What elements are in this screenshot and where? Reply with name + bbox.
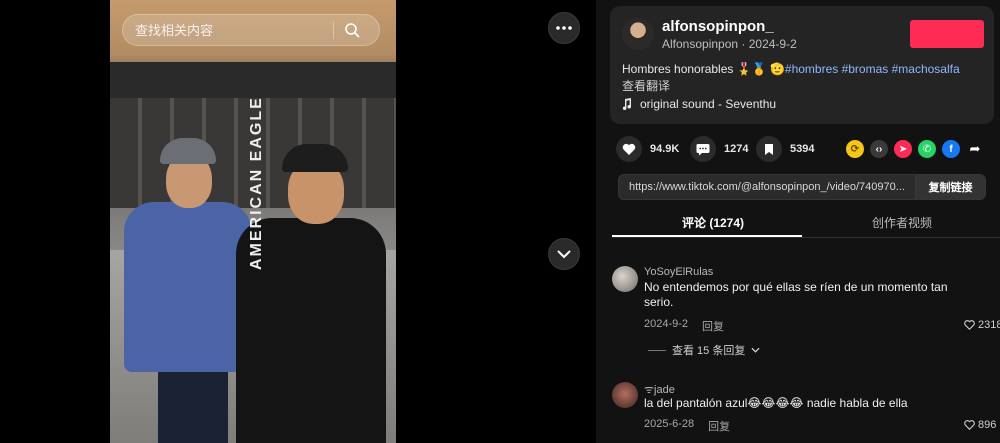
- details-panel: alfonsopinpon_ Alfonsopinpon · 2024-9-2 …: [596, 0, 1000, 443]
- sound-name: original sound - Seventhu: [640, 97, 777, 111]
- comment-item: YoSoyElRulas No entendemos por qué ellas…: [612, 266, 1000, 362]
- action-bar: 94.9K 1274 5394 ⟳ ‹› ➤ ✆ f ➦: [616, 136, 996, 162]
- send-icon[interactable]: ➤: [894, 140, 912, 158]
- comment-count: 1274: [724, 143, 749, 155]
- view-replies-label: 查看 15 条回复: [672, 345, 746, 357]
- comment-meta: 2024-9-2 回复: [644, 318, 724, 334]
- chevron-down-icon: [751, 347, 760, 353]
- like-count: 94.9K: [650, 143, 680, 155]
- comment-like-count: 896: [978, 419, 997, 431]
- comment-like-button[interactable]: 2318: [964, 319, 1000, 331]
- comment-username[interactable]: YoSoyElRulas: [644, 266, 713, 278]
- comment-avatar[interactable]: [612, 382, 638, 408]
- like-button[interactable]: 94.9K: [616, 136, 679, 162]
- video-player[interactable]: AMERICAN EAGLE: [110, 0, 396, 443]
- comment-button[interactable]: 1274: [690, 136, 748, 162]
- video-area: AMERICAN EAGLE: [0, 0, 596, 443]
- caption-hashtags[interactable]: #hombres #bromas #machosalfa: [785, 62, 960, 76]
- comment-avatar[interactable]: [612, 266, 638, 292]
- comment-like-button[interactable]: 896: [964, 419, 996, 431]
- comment-icon: [690, 136, 716, 162]
- comment-text: No entendemos por qué ellas se ríen de u…: [644, 280, 948, 309]
- heart-icon: [616, 136, 642, 162]
- share-link-url[interactable]: https://www.tiktok.com/@alfonsopinpon_/v…: [629, 181, 917, 193]
- music-note-icon: [622, 98, 632, 110]
- view-replies-button[interactable]: 查看 15 条回复: [648, 342, 760, 358]
- share-link-row: https://www.tiktok.com/@alfonsopinpon_/v…: [618, 174, 986, 200]
- heart-outline-icon: [964, 320, 975, 330]
- video-awning: [110, 62, 396, 98]
- next-video-button[interactable]: [548, 238, 580, 270]
- copy-link-button[interactable]: 复制链接: [915, 175, 985, 199]
- author-subtitle: Alfonsopinpon · 2024-9-2: [662, 37, 797, 51]
- comment-date: 2025-6-28: [644, 418, 695, 430]
- comment-reply-button[interactable]: 回复: [708, 418, 730, 434]
- comment-reply-button[interactable]: 回复: [702, 318, 724, 334]
- tabs: 评论 (1274) 创作者视频: [612, 210, 1000, 238]
- save-button[interactable]: 5394: [756, 136, 814, 162]
- replies-line: [648, 349, 666, 351]
- repost-icon[interactable]: ⟳: [846, 140, 864, 158]
- video-person-left: [124, 138, 252, 443]
- search-input[interactable]: [123, 22, 333, 38]
- follow-button[interactable]: [910, 20, 984, 48]
- save-count: 5394: [790, 143, 815, 155]
- translate-link[interactable]: 查看翻译: [622, 77, 670, 94]
- whatsapp-icon[interactable]: ✆: [918, 140, 936, 158]
- comment-date: 2024-9-2: [644, 318, 689, 330]
- caption-text: Hombres honorables 🎖️🥇 🫡: [622, 62, 785, 76]
- heart-outline-icon: [964, 420, 975, 430]
- facebook-icon[interactable]: f: [942, 140, 960, 158]
- embed-icon[interactable]: ‹›: [870, 140, 888, 158]
- sound-link[interactable]: original sound - Seventhu: [622, 97, 776, 111]
- author-username[interactable]: alfonsopinpon_: [662, 18, 774, 35]
- app-root: AMERICAN EAGLE alfonsopinpon_ Alfonsopin…: [0, 0, 1000, 443]
- info-card: alfonsopinpon_ Alfonsopinpon · 2024-9-2 …: [610, 6, 994, 124]
- more-options-button[interactable]: [548, 12, 580, 44]
- author-avatar[interactable]: [622, 18, 654, 50]
- share-arrow-icon[interactable]: ➦: [966, 140, 984, 158]
- comment-username[interactable]: ᯤjade: [644, 382, 675, 397]
- search-icon[interactable]: [334, 22, 370, 38]
- sleeve-text: AMERICAN EAGLE: [248, 96, 265, 270]
- verified-wifi-icon: ᯤ: [644, 384, 655, 396]
- comment-item: ᯤjade la del pantalón azul😂😂😂😂 nadie hab…: [612, 382, 1000, 443]
- chevron-down-icon: [557, 250, 571, 259]
- tab-comments[interactable]: 评论 (1274): [682, 214, 744, 231]
- tab-underline: [612, 235, 802, 237]
- post-caption: Hombres honorables 🎖️🥇 🫡#hombres #bromas…: [622, 62, 982, 76]
- tab-creator-videos[interactable]: 创作者视频: [872, 214, 932, 231]
- more-icon: [556, 26, 572, 30]
- search-bar: [122, 14, 380, 46]
- comment-meta: 2025-6-28 回复: [644, 418, 730, 434]
- comment-like-count: 2318: [978, 319, 1000, 331]
- bookmark-icon: [756, 136, 782, 162]
- comment-text: la del pantalón azul😂😂😂😂 nadie habla de …: [644, 396, 908, 410]
- video-person-right: AMERICAN EAGLE: [236, 96, 386, 443]
